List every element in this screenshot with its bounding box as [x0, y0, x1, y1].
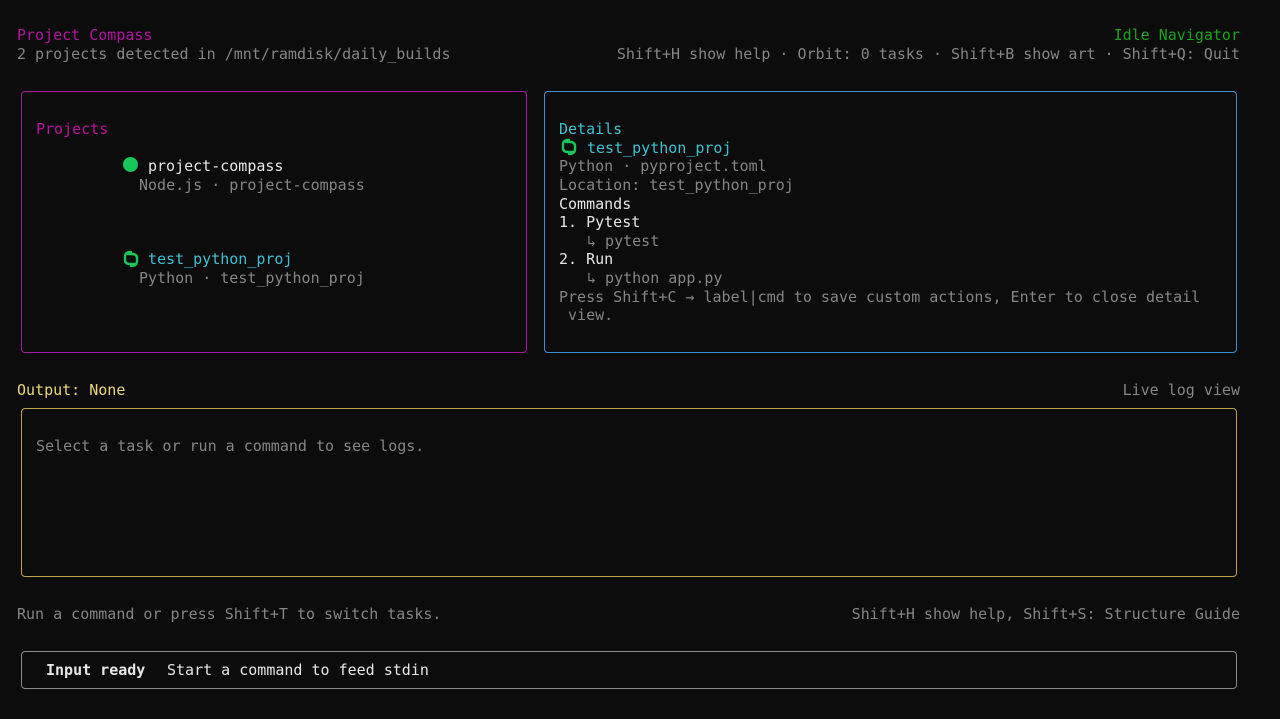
details-meta: Python · pyproject.toml — [559, 157, 767, 175]
python-icon — [561, 138, 577, 156]
app-title: Project Compass — [17, 26, 153, 44]
output-header: Output: None — [17, 381, 125, 400]
details-hint-continued: view. — [559, 306, 614, 324]
project-name: test_python_proj — [148, 250, 293, 268]
project-name: project-compass — [148, 157, 284, 175]
green-circle-icon — [123, 157, 138, 172]
details-project-name: test_python_proj — [587, 139, 732, 157]
mode-label: Idle Navigator — [1113, 26, 1240, 44]
log-placeholder: Select a task or run a command to see lo… — [36, 437, 425, 455]
details-location: Location: test_python_proj — [559, 176, 794, 194]
details-panel-title: Details — [559, 120, 623, 138]
shortcut-bar: Shift+H show help · Orbit: 0 tasks · Shi… — [616, 45, 1240, 63]
input-status: Input ready — [46, 661, 146, 679]
python-icon — [123, 250, 139, 268]
command-item-label[interactable]: 1. Pytest — [559, 213, 640, 232]
details-hint: Press Shift+C → label|cmd to save custom… — [559, 288, 1201, 306]
commands-heading: Commands — [559, 195, 632, 213]
projects-panel-title: Projects — [36, 120, 109, 138]
app-subtitle: 2 projects detected in /mnt/ramdisk/dail… — [17, 45, 451, 63]
command-item-cmd: ↳ pytest — [587, 232, 660, 250]
command-item-cmd: ↳ python app.py — [587, 269, 723, 287]
project-meta: Node.js · project-compass — [139, 176, 365, 194]
output-value: None — [89, 381, 126, 399]
live-log-label: Live log view — [1122, 381, 1240, 399]
project-meta: Python · test_python_proj — [139, 269, 365, 287]
input-message: Start a command to feed stdin — [167, 661, 429, 679]
footer-hint-right: Shift+H show help, Shift+S: Structure Gu… — [851, 605, 1240, 623]
output-label: Output: — [17, 381, 81, 399]
log-output-panel[interactable] — [21, 408, 1237, 577]
details-panel — [544, 91, 1237, 353]
command-item-label[interactable]: 2. Run — [559, 250, 613, 269]
footer-hint-left: Run a command or press Shift+T to switch… — [17, 605, 442, 623]
